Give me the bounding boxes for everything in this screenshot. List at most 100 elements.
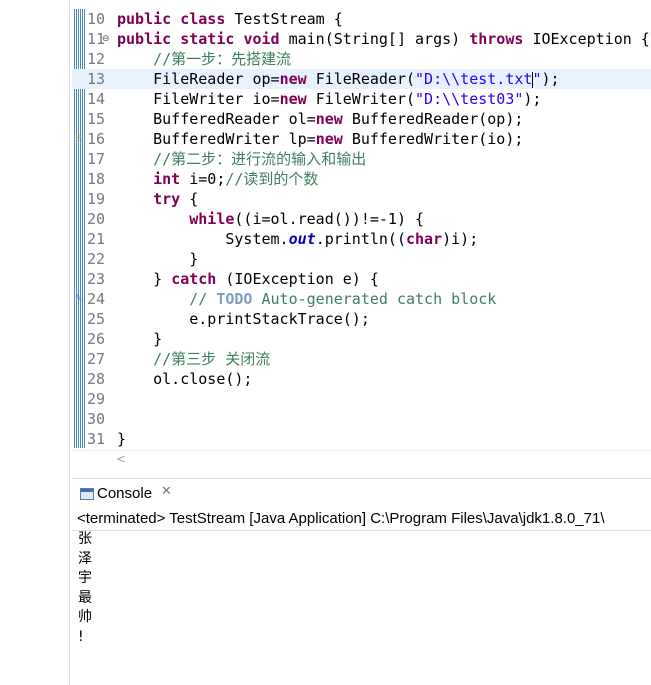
code-text[interactable]: ol.close(); [117, 369, 252, 389]
code-line[interactable]: 12 //第一步：先搭建流 [72, 49, 651, 69]
code-text[interactable]: } [117, 329, 162, 349]
code-token: ); [541, 70, 560, 88]
console-output-line: 宇 [78, 570, 92, 586]
code-token: out [288, 230, 316, 248]
panel-divider [69, 0, 70, 685]
code-token: class [180, 10, 235, 28]
editor-horizontal-scrollbar[interactable]: < [72, 450, 651, 469]
code-token: "D:\\test03" [415, 90, 524, 108]
code-text[interactable]: FileReader op=new FileReader("D:\\test.t… [117, 69, 560, 89]
code-text[interactable]: public class TestStream { [117, 9, 343, 29]
code-line[interactable]: 13 FileReader op=new FileReader("D:\\tes… [72, 69, 651, 89]
console-output-line: 帅 [78, 609, 92, 625]
code-token: FileWriter( [315, 90, 416, 108]
code-token: main(String[] args) [288, 30, 470, 48]
code-line[interactable]: 30 [72, 409, 651, 429]
code-text[interactable]: } catch (IOException e) { [117, 269, 379, 289]
console-output-line: 泽 [78, 550, 92, 567]
code-text[interactable]: System.out.println((char)i); [117, 229, 478, 249]
line-number: 27 [87, 350, 106, 368]
code-line[interactable]: 18 int i=0;//读到的个数 [72, 169, 651, 189]
code-line[interactable]: 25 e.printStackTrace(); [72, 309, 651, 329]
line-number: 25 [87, 310, 106, 328]
code-token: BufferedWriter(io); [351, 130, 524, 148]
tab-console[interactable]: Console [97, 485, 152, 502]
code-line[interactable]: 31} [72, 429, 651, 448]
line-number: 16 [87, 130, 106, 148]
code-text[interactable]: //第一步：先搭建流 [117, 49, 291, 69]
code-line[interactable]: 10 public class TestStream { [72, 9, 651, 29]
code-text[interactable]: //第二步：进行流的输入和输出 [117, 149, 366, 169]
code-token: new [315, 110, 352, 128]
code-token: // [189, 290, 217, 308]
code-line[interactable]: 21 System.out.println((char)i); [72, 229, 651, 249]
code-line[interactable]: 14 FileWriter io=new FileWriter("D:\\tes… [72, 89, 651, 109]
code-text[interactable]: // TODO Auto-generated catch block [117, 289, 496, 309]
code-line[interactable]: 29 [72, 389, 651, 409]
code-text[interactable]: try { [117, 189, 198, 209]
code-editor[interactable]: ⚠ ✎ 10 public class TestStream {11 public s… [72, 0, 651, 448]
scroll-left-arrow-icon[interactable]: < [116, 452, 126, 466]
code-token: IOException { [532, 30, 650, 48]
code-token: (IOException e) { [225, 270, 379, 288]
code-token: throws [469, 30, 533, 48]
code-token: BufferedReader ol= [117, 110, 316, 128]
code-text[interactable]: public static void main(String[] args) t… [117, 29, 650, 49]
code-token: char [406, 230, 443, 248]
line-number: 18 [87, 170, 106, 188]
code-line[interactable]: 15 BufferedReader ol=new BufferedReader(… [72, 109, 651, 129]
console-output[interactable]: 张泽宇最帅! [78, 530, 92, 647]
code-line[interactable]: 11 public static void main(String[] args)… [72, 29, 651, 49]
fold-collapse-icon[interactable]: ⊖ [102, 33, 112, 45]
code-token: } [117, 330, 163, 348]
line-number: 22 [87, 250, 106, 268]
code-text[interactable]: int i=0;//读到的个数 [117, 169, 318, 189]
code-token: catch [171, 270, 226, 288]
code-line[interactable]: 26 } [72, 329, 651, 349]
code-token: //第三步 关闭流 [153, 350, 271, 368]
code-line[interactable]: 19 try { [72, 189, 651, 209]
console-status-header: <terminated> TestStream [Java Applicatio… [72, 508, 651, 531]
code-line[interactable]: 23 } catch (IOException e) { [72, 269, 651, 289]
console-close-icon[interactable]: ✕ [161, 484, 172, 499]
code-token: ol.close(); [117, 370, 253, 388]
console-output-line: ! [78, 628, 84, 645]
code-line[interactable]: 20 while((i=ol.read())!=-1) { [72, 209, 651, 229]
code-token: ((i=ol.read())!=-1) { [234, 210, 425, 228]
code-token: TestStream { [234, 10, 343, 28]
line-number: 21 [87, 230, 106, 248]
console-view-icon [80, 488, 94, 500]
code-line[interactable]: 28 ol.close(); [72, 369, 651, 389]
line-number: 19 [87, 190, 106, 208]
code-line[interactable]: 17 //第二步：进行流的输入和输出 [72, 149, 651, 169]
left-panel-strip [0, 0, 70, 685]
code-token: "D:\\test.txt [415, 70, 533, 88]
line-number: 23 [87, 270, 106, 288]
code-text[interactable]: //第三步 关闭流 [117, 349, 270, 369]
code-text[interactable]: } [117, 249, 198, 269]
code-line[interactable]: 24 // TODO Auto-generated catch block [72, 289, 651, 309]
code-token: //第一步：先搭建流 [153, 50, 292, 68]
code-text[interactable]: FileWriter io=new FileWriter("D:\\test03… [117, 89, 541, 109]
code-text[interactable]: } [117, 429, 126, 448]
code-text[interactable]: e.printStackTrace(); [117, 309, 370, 329]
code-token: Auto-generated catch block [261, 290, 497, 308]
console-tab-bar: Console ✕ [72, 478, 651, 509]
line-number: 24 [87, 290, 106, 308]
code-line[interactable]: 27 //第三步 关闭流 [72, 349, 651, 369]
code-line[interactable]: 22 } [72, 249, 651, 269]
code-token: BufferedReader(op); [351, 110, 524, 128]
code-text[interactable]: BufferedReader ol=new BufferedReader(op)… [117, 109, 523, 129]
code-token: static [180, 30, 244, 48]
code-text[interactable]: BufferedWriter lp=new BufferedWriter(io)… [117, 129, 523, 149]
console-output-line: 最 [78, 589, 92, 606]
code-token: } [117, 270, 172, 288]
code-line[interactable]: 16 BufferedWriter lp=new BufferedWriter(… [72, 129, 651, 149]
line-number: 28 [87, 370, 106, 388]
line-number: 15 [87, 110, 106, 128]
code-text[interactable]: while((i=ol.read())!=-1) { [117, 209, 424, 229]
